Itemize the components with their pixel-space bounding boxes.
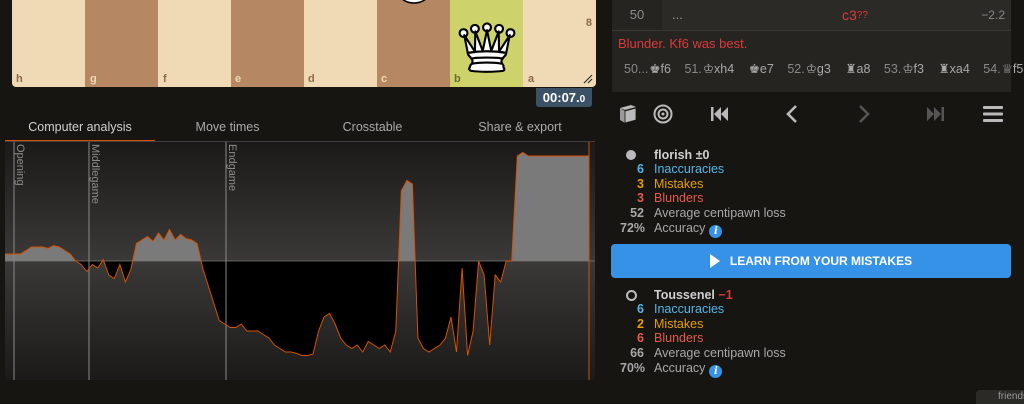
file-label-c: c — [381, 73, 388, 85]
square-c8[interactable]: c — [377, 0, 450, 87]
square-e8[interactable]: e — [231, 0, 304, 87]
square-h8[interactable]: h — [12, 0, 85, 87]
next-move-icon[interactable] — [852, 102, 876, 126]
best-line-variation[interactable]: 50...♚f6 51.♔xh4 ♚e7 52.♔g3 ♜a8 53.♔f3 ♜… — [624, 61, 1024, 76]
variation-move: 53.♔f3 — [883, 62, 924, 76]
last-move-icon[interactable] — [923, 102, 947, 126]
white-mistakes[interactable]: 3 Mistakes — [620, 177, 703, 192]
black-acpl: 66 Average centipawn loss — [630, 346, 786, 360]
white-inaccuracies[interactable]: 6 Inaccuracies — [620, 162, 724, 177]
white-move-placeholder: ... — [672, 7, 683, 22]
learn-button-label: LEARN FROM YOUR MISTAKES — [729, 254, 913, 268]
white-blunders[interactable]: 3 Blunders — [620, 191, 703, 206]
variation-move: 50...♚f6 — [624, 62, 671, 76]
phase-label-endgame: Endgame — [226, 144, 238, 191]
file-label-g: g — [90, 73, 97, 85]
phase-label-middlegame: Middlegame — [89, 144, 101, 204]
friends-tab[interactable]: friends — [976, 390, 1024, 404]
move-list: 50 ... c3?? −2.2 Blunder. Kf6 was best. … — [612, 0, 1023, 92]
black-mistakes[interactable]: 2 Mistakes — [620, 317, 703, 332]
info-icon[interactable]: i — [709, 225, 723, 238]
info-icon[interactable]: i — [709, 365, 723, 378]
resize-handle-icon[interactable] — [583, 74, 593, 84]
clock-time: 00:07. — [542, 90, 580, 105]
black-accuracy: 70% Accuracy i — [620, 361, 723, 378]
square-d8[interactable]: d — [304, 0, 377, 87]
menu-icon[interactable] — [981, 102, 1005, 126]
black-blunders[interactable]: 6 Blunders — [620, 331, 703, 346]
current-move[interactable]: c3?? — [842, 0, 868, 31]
white-queen-icon[interactable] — [454, 16, 520, 80]
file-label-a: a — [528, 73, 535, 85]
move-number: 50 — [612, 0, 662, 30]
move-san: c3 — [842, 7, 857, 23]
clock-tenths: 0 — [579, 94, 586, 105]
first-move-icon[interactable] — [708, 102, 732, 126]
white-acpl: 52 Average centipawn loss — [630, 206, 786, 220]
black-inaccuracies[interactable]: 6 Inaccuracies — [620, 302, 724, 317]
tab-computer-analysis[interactable]: Computer analysis — [5, 117, 155, 141]
variation-move: ♜a8 — [845, 62, 871, 76]
white-accuracy: 72% Accuracy i — [620, 221, 723, 238]
file-label-f: f — [163, 73, 167, 85]
black-player-name[interactable]: Toussenel −1 — [654, 288, 733, 302]
move-eval: −2.2 — [981, 8, 1005, 22]
variation-move: 52.♔g3 — [787, 62, 831, 76]
white-player-name[interactable]: florish ±0 — [654, 148, 710, 162]
tab-crosstable[interactable]: Crosstable — [300, 117, 445, 140]
partial-piece-icon — [402, 0, 426, 4]
play-icon — [709, 254, 720, 268]
rank-label-8: 8 — [585, 17, 592, 29]
variation-move: ♜xa4 — [938, 62, 970, 76]
white-color-icon — [626, 150, 636, 160]
square-b8[interactable]: b — [450, 0, 523, 87]
analysis-controls — [612, 96, 1011, 132]
file-label-e: e — [235, 73, 242, 85]
clock: 00:07.0 — [536, 88, 592, 107]
black-color-icon — [626, 290, 637, 301]
phase-label-opening: Opening — [14, 144, 26, 186]
square-f8[interactable]: f — [158, 0, 231, 87]
chessboard[interactable]: h g f e d c b 8 a — [12, 0, 596, 87]
black-player-summary: Toussenel −1 6 Inaccuracies 2 Mistakes 6 Bl… — [620, 288, 1000, 378]
target-icon[interactable] — [651, 102, 675, 126]
learn-from-mistakes-button[interactable]: LEARN FROM YOUR MISTAKES — [611, 244, 1011, 278]
square-g8[interactable]: g — [85, 0, 158, 87]
file-label-d: d — [308, 73, 315, 85]
prev-move-icon[interactable] — [780, 102, 804, 126]
tab-move-times[interactable]: Move times — [155, 117, 300, 140]
tab-share-export[interactable]: Share & export — [445, 117, 595, 140]
variation-move: ♚e7 — [748, 62, 774, 76]
variation-move: 51.♔xh4 — [684, 62, 735, 76]
evaluation-graph[interactable]: Opening Middlegame Endgame — [5, 142, 595, 380]
square-a8[interactable]: 8 a — [523, 0, 596, 87]
white-player-summary: florish ±0 6 Inaccuracies 3 Mistakes 3 Blun… — [620, 148, 1000, 238]
analysis-tabs: Computer analysis Move times Crosstable … — [5, 117, 595, 142]
move-row[interactable]: 50 ... c3?? −2.2 — [612, 0, 1011, 31]
file-label-h: h — [16, 73, 23, 85]
variation-move: 54.♕f5 — [983, 62, 1024, 76]
move-annotation: ?? — [856, 10, 868, 21]
move-comment: Blunder. Kf6 was best. — [618, 36, 748, 51]
book-icon[interactable] — [616, 102, 640, 126]
